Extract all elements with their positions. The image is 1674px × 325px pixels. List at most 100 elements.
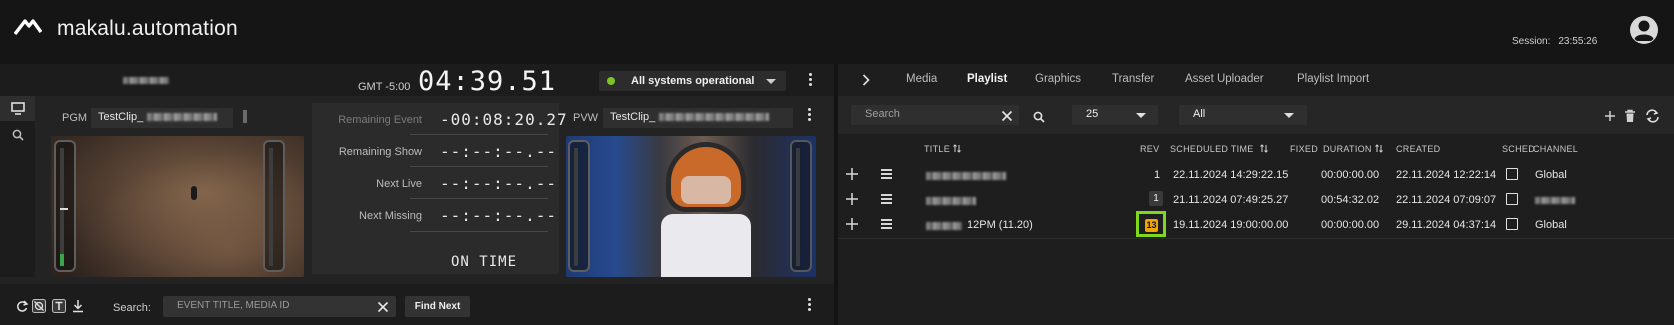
add-icon[interactable]	[845, 192, 859, 206]
col-header-scheduled-time[interactable]: SCHEDULED TIME	[1170, 144, 1268, 154]
col-header-duration[interactable]: DURATION	[1323, 144, 1383, 154]
drag-handle-icon[interactable]	[881, 194, 892, 204]
refresh-icon[interactable]	[15, 299, 29, 313]
redacted-channel-name	[123, 77, 169, 84]
rev-warning-badge[interactable]: 13	[1145, 219, 1158, 232]
timezone-label: GMT -5:00	[358, 81, 411, 93]
sort-icon	[1374, 144, 1383, 153]
sched-checkbox[interactable]	[1506, 218, 1518, 230]
sched-checkbox[interactable]	[1506, 193, 1518, 205]
tab-playlist-import[interactable]: Playlist Import	[1297, 73, 1369, 85]
sched-checkbox[interactable]	[1506, 168, 1518, 180]
table-row[interactable]: 1 22.11.2024 14:29:22.15 00:00:00.00 22.…	[838, 163, 1674, 187]
tab-asset-uploader[interactable]: Asset Uploader	[1185, 73, 1264, 85]
redacted-title	[926, 172, 1006, 180]
tab-transfer[interactable]: Transfer	[1112, 73, 1154, 85]
sort-icon	[1259, 144, 1268, 153]
playlist-search-input[interactable]: Search	[851, 105, 1019, 125]
search-icon[interactable]	[1033, 111, 1045, 123]
trash-icon[interactable]	[1624, 109, 1636, 123]
side-toolbar	[0, 96, 35, 277]
timer-label: Next Live	[376, 178, 422, 190]
search-view-button[interactable]	[0, 122, 35, 147]
col-header-sched[interactable]: SCHED	[1502, 144, 1535, 154]
col-header-rev[interactable]: REV	[1140, 144, 1159, 154]
drag-handle-icon[interactable]	[881, 169, 892, 179]
tab-playlist[interactable]: Playlist	[967, 73, 1007, 85]
divider	[410, 134, 548, 135]
tab-graphics[interactable]: Graphics	[1035, 73, 1081, 85]
playlist-search-placeholder: Search	[865, 108, 900, 120]
find-next-button[interactable]: Find Next	[405, 296, 470, 317]
pvw-clip-label: TestClip_	[610, 111, 656, 123]
page-size-select[interactable]: 25	[1072, 105, 1158, 125]
add-icon[interactable]	[845, 217, 859, 231]
redacted-clip-name	[147, 113, 218, 122]
timer-remaining-show: Remaining Show --:--:--.--	[312, 137, 559, 165]
redacted-channel	[1535, 197, 1575, 204]
rev-highlight: 13	[1136, 211, 1166, 237]
redacted-title	[926, 222, 962, 230]
scheduled-time: 22.11.2024 14:29:22.15	[1173, 169, 1289, 181]
pvw-more-icon[interactable]	[808, 108, 812, 122]
add-icon[interactable]	[1604, 110, 1616, 122]
chevron-down-icon	[1284, 113, 1294, 118]
user-avatar-icon[interactable]	[1629, 15, 1659, 45]
pgm-video-preview	[51, 136, 304, 277]
sync-icon[interactable]	[1645, 109, 1660, 123]
timer-label: Remaining Event	[338, 114, 422, 126]
monitor-view-button[interactable]	[0, 96, 35, 121]
search-icon	[12, 129, 24, 141]
scheduled-time: 19.11.2024 19:00:00.00	[1173, 219, 1289, 231]
table-row[interactable]: 12PM (11.20) 13 19.11.2024 19:00:00.00 0…	[838, 211, 1674, 237]
text-format-icon[interactable]	[52, 299, 66, 313]
pvw-label: PVW	[573, 112, 599, 124]
add-icon[interactable]	[845, 167, 859, 181]
download-icon[interactable]	[71, 299, 85, 313]
playlist-panel: Media Playlist Graphics Transfer Asset U…	[838, 64, 1674, 325]
on-time-indicator: ON TIME	[451, 254, 518, 270]
drag-handle-icon[interactable]	[881, 219, 892, 229]
event-search-placeholder: EVENT TITLE, MEDIA ID	[177, 300, 290, 311]
col-header-channel[interactable]: CHANNEL	[1533, 144, 1578, 154]
monitor-icon	[11, 102, 25, 115]
title: 12PM (11.20)	[967, 219, 1033, 231]
table-end-divider	[838, 238, 1674, 239]
col-header-title[interactable]: TITLE	[924, 144, 961, 154]
app-title: makalu.automation	[57, 17, 238, 40]
clear-search-icon[interactable]	[377, 301, 389, 313]
duration: 00:54:32.02	[1321, 194, 1380, 206]
playout-panel: GMT -5:00 04:39.51 All systems operation…	[0, 64, 834, 325]
follow-off-icon[interactable]	[32, 299, 46, 313]
pvw-video-preview	[566, 136, 816, 277]
chevron-down-icon	[1136, 113, 1146, 118]
table-row[interactable]: 1 21.11.2024 07:49:25.27 00:54:32.02 22.…	[838, 188, 1674, 212]
system-status-dropdown[interactable]: All systems operational	[599, 71, 786, 91]
master-clock: 04:39.51	[418, 66, 557, 97]
redacted-title	[926, 197, 976, 205]
created: 22.11.2024 12:22:14	[1396, 169, 1497, 181]
pgm-audio-meter-left	[54, 140, 76, 272]
sort-icon	[953, 144, 961, 153]
redacted-clip-name	[659, 113, 770, 122]
col-header-fixed[interactable]: FIXED	[1290, 144, 1318, 154]
timer-label: Next Missing	[359, 210, 422, 222]
tab-media[interactable]: Media	[906, 73, 937, 85]
status-bar: GMT -5:00 04:39.51 All systems operation…	[0, 64, 834, 97]
event-search-input[interactable]: EVENT TITLE, MEDIA ID	[163, 296, 396, 317]
timer-value: --:--:--.--	[440, 174, 557, 193]
duration: 00:00:00.00	[1321, 219, 1380, 231]
chevron-down-icon	[766, 79, 776, 84]
search-more-icon[interactable]	[808, 298, 812, 312]
top-bar: makalu.automation Session: 23:55:26	[0, 0, 1674, 58]
rev-badge[interactable]: 1	[1149, 191, 1163, 206]
divider	[410, 231, 548, 232]
scope-select[interactable]: All	[1179, 105, 1307, 125]
col-header-created[interactable]: CREATED	[1396, 144, 1440, 154]
status-more-icon[interactable]	[809, 73, 813, 87]
scheduled-time: 21.11.2024 07:49:25.27	[1173, 194, 1289, 206]
created: 22.11.2024 07:09:07	[1396, 194, 1497, 206]
event-search-bar: Search: EVENT TITLE, MEDIA ID Find Next	[0, 284, 834, 325]
clear-search-icon[interactable]	[1001, 110, 1013, 122]
chevron-right-icon[interactable]	[860, 73, 872, 87]
